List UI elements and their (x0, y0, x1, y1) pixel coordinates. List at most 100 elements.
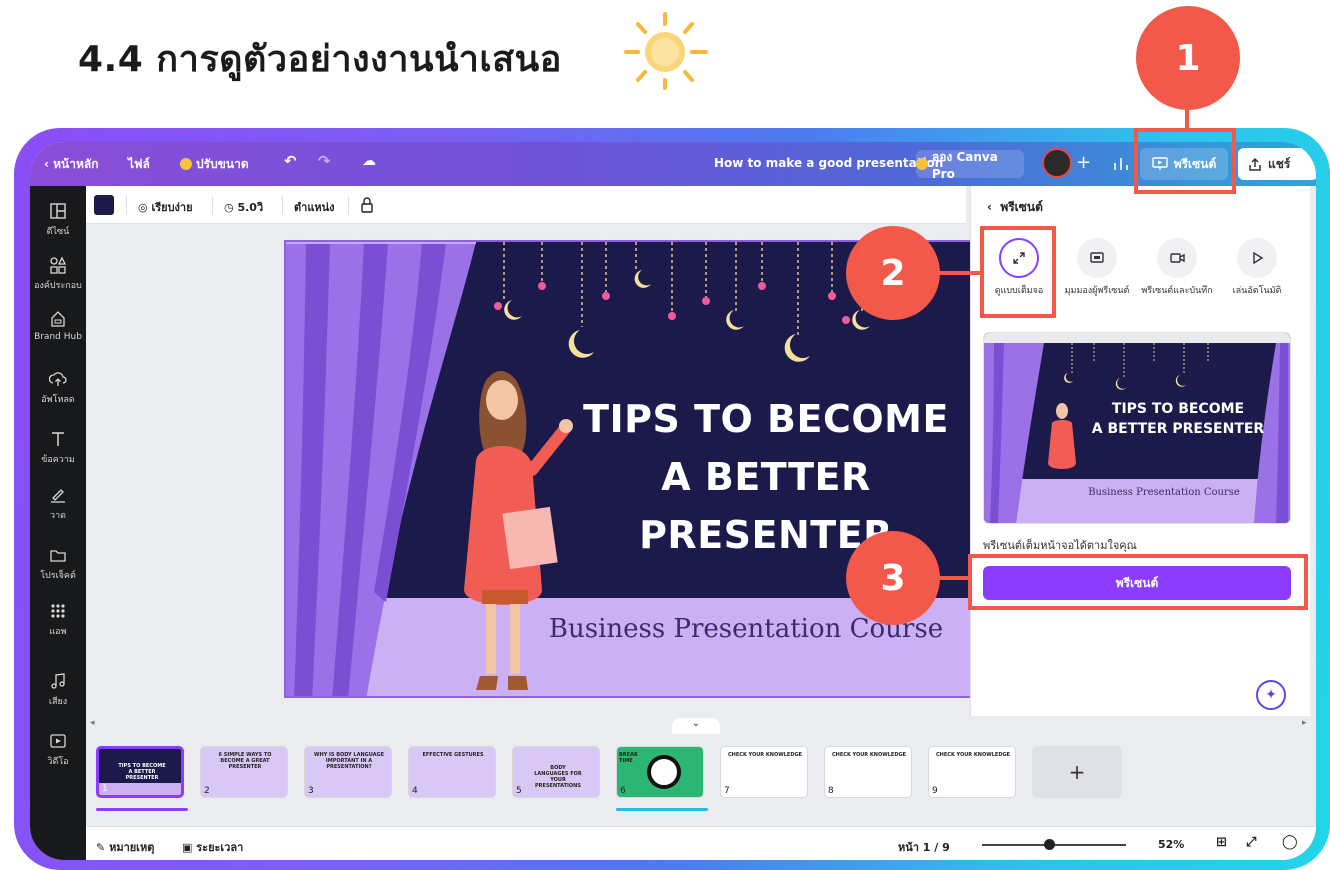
cloud-save-icon[interactable]: ☁ (362, 153, 376, 169)
page: 4.4 การดูตัวอย่างงานนำเสนอ ‹ หน้าหลัก ไฟ… (0, 0, 1330, 870)
document-title[interactable]: How to make a good presentation (714, 156, 943, 170)
undo-icon[interactable]: ↶ (284, 152, 297, 170)
notes-icon: ✎ (96, 841, 106, 854)
page-title: WHY IS BODY LANGUAGE IMPORTANT IN A PRES… (313, 752, 385, 770)
slide-subtitle[interactable]: Business Presentation Course (486, 614, 1006, 644)
sidebar-label: เสียง (48, 697, 68, 707)
animate-button[interactable]: ◎ เรียบง่าย (138, 198, 193, 216)
insights-icon[interactable] (1112, 155, 1130, 171)
selected-page-indicator (96, 808, 188, 811)
try-pro-button[interactable]: ลอง Canva Pro (916, 150, 1024, 181)
duration-label: 5.0วิ (237, 201, 264, 214)
resize-label: ปรับขนาด (196, 157, 249, 171)
page-title-line: A BETTER PRESENTER (125, 769, 159, 781)
redo-icon[interactable]: ↷ (318, 152, 331, 170)
notes-button[interactable]: ✎ หมายเหตุ (96, 838, 154, 856)
page-thumbnail[interactable]: CHECK YOUR KNOWLEDGE 9 (928, 746, 1016, 798)
page-indicator: หน้า 1 / 9 (898, 841, 950, 854)
timer-button[interactable]: ▣ ระยะเวลา (182, 838, 243, 856)
sidebar-item-audio[interactable]: เสียง (30, 672, 86, 708)
option-presenter-view[interactable]: มุมมองผู้พรีเซนต์ (1061, 238, 1133, 299)
sidebar-item-apps[interactable]: แอพ (30, 602, 86, 638)
page-thumbnail[interactable]: CHECK YOUR KNOWLEDGE 8 (824, 746, 912, 798)
panel-note: พรีเซนต์เต็มหน้าจอได้ตามใจคุณ (983, 539, 1137, 552)
add-collaborator-icon[interactable]: + (1076, 152, 1091, 173)
zoom-slider-handle[interactable] (1044, 839, 1055, 850)
duration-button[interactable]: ◷ 5.0วิ (224, 198, 263, 216)
page-thumbnail[interactable]: CHECK YOUR KNOWLEDGE 7 (720, 746, 808, 798)
option-present-record[interactable]: พรีเซนต์และบันทึก (1141, 238, 1213, 299)
option-label: เล่นอัตโนมัติ (1232, 286, 1282, 296)
avatar[interactable] (1042, 148, 1072, 178)
position-button[interactable]: ตำแหน่ง (294, 198, 335, 216)
clock-icon: ◷ (224, 201, 234, 214)
sidebar-item-design[interactable]: ดีไซน์ (30, 202, 86, 238)
zoom-level[interactable]: 52% (1158, 838, 1184, 851)
page-thumbnail[interactable]: 6 SIMPLE WAYS TO BECOME A GREAT PRESENTE… (200, 746, 288, 798)
page-thumbnail[interactable]: TIPS TO BECOME A BETTER PRESENTER 1 (96, 746, 184, 798)
lock-icon[interactable] (360, 197, 374, 213)
home-button[interactable]: ‹ หน้าหลัก (44, 155, 99, 174)
page-heading: 4.4 การดูตัวอย่างงานนำเสนอ (78, 39, 562, 80)
crown-icon (916, 158, 928, 170)
fullscreen-icon[interactable]: ⤢ (1246, 835, 1256, 850)
folder-icon (50, 550, 66, 562)
upload-cloud-icon (49, 372, 67, 386)
share-label: แชร์ (1268, 156, 1291, 171)
resize-button[interactable]: ปรับขนาด (180, 155, 249, 174)
page-title: CHECK YOUR KNOWLEDGE (832, 752, 906, 758)
timer-label: ระยะเวลา (196, 841, 244, 854)
help-icon[interactable]: ◯ (1282, 834, 1298, 850)
divider (348, 196, 349, 214)
play-icon (1237, 238, 1277, 278)
grid-view-icon[interactable]: ⊞ (1216, 835, 1227, 850)
record-icon (1157, 238, 1197, 278)
panel-title: พรีเซนต์ (1000, 200, 1043, 214)
page-title: CHECK YOUR KNOWLEDGE (728, 752, 802, 758)
page-thumbnail[interactable]: EFFECTIVE GESTURES 4 (408, 746, 496, 798)
sidebar-item-elements[interactable]: องค์ประกอบ (30, 256, 86, 292)
callout-1: 1 (1136, 6, 1240, 110)
sidebar-label: วิดีโอ (47, 757, 69, 767)
sidebar-item-brand-hub[interactable]: Brand Hub (30, 310, 86, 342)
share-button[interactable]: แชร์ (1238, 148, 1316, 180)
sidebar-item-video[interactable]: วิดีโอ (30, 732, 86, 768)
collapse-strip-icon[interactable]: ⌄ (672, 718, 720, 734)
sidebar-item-projects[interactable]: โปรเจ็คต์ (30, 546, 86, 582)
animate-icon: ◎ (138, 201, 148, 214)
magic-sparkle-icon[interactable]: ✦ (1256, 680, 1286, 710)
page-thumbnail[interactable]: WHY IS BODY LANGUAGE IMPORTANT IN A PRES… (304, 746, 392, 798)
page-title: EFFECTIVE GESTURES (422, 752, 484, 758)
sidebar-item-text[interactable]: ข้อความ (30, 430, 86, 466)
page-number: 5 (516, 786, 522, 796)
page-thumbnail[interactable]: BREAK TIME 6 (616, 746, 704, 798)
sidebar-label: โปรเจ็คต์ (40, 571, 76, 581)
divider (126, 196, 127, 214)
video-icon (50, 734, 66, 748)
page-title: TIPS TO BECOME A BETTER PRESENTER (117, 763, 167, 781)
color-swatch[interactable] (94, 195, 114, 215)
callout-3: 3 (846, 531, 940, 625)
highlight-fullscreen-option (980, 226, 1056, 318)
notes-label: หมายเหตุ (109, 841, 155, 854)
editor-toolbar: ◎ เรียบง่าย ◷ 5.0วิ ตำแหน่ง (86, 186, 966, 224)
add-page-button[interactable]: + (1032, 746, 1122, 798)
divider (212, 196, 213, 214)
sidebar-item-uploads[interactable]: อัพโหลด (30, 370, 86, 406)
page-thumbnail[interactable]: BODY LANGUAGES FOR YOUR PRESENTATIONS 5 (512, 746, 600, 798)
apps-grid-icon (51, 604, 65, 618)
file-menu[interactable]: ไฟล์ (128, 155, 150, 174)
panel-back-button[interactable]: ‹ พรีเซนต์ (987, 198, 1043, 217)
slide-title-line: TIPS TO BECOME (583, 397, 949, 441)
scroll-left-icon[interactable]: ◂ (90, 718, 95, 728)
canva-editor: ‹ หน้าหลัก ไฟล์ ปรับขนาด ↶ ↷ ☁ How to ma… (30, 142, 1316, 860)
option-autoplay[interactable]: เล่นอัตโนมัติ (1221, 238, 1293, 299)
option-label: มุมมองผู้พรีเซนต์ (1064, 286, 1130, 296)
sidebar-item-draw[interactable]: วาด (30, 486, 86, 522)
brand-icon (51, 311, 65, 327)
page-title: BODY LANGUAGES FOR YOUR PRESENTATIONS (534, 765, 582, 789)
scroll-right-icon[interactable]: ▸ (1302, 718, 1307, 728)
sidebar-label: วาด (50, 511, 66, 521)
timing-indicator (616, 808, 708, 811)
page-title: BREAK TIME (619, 752, 638, 764)
